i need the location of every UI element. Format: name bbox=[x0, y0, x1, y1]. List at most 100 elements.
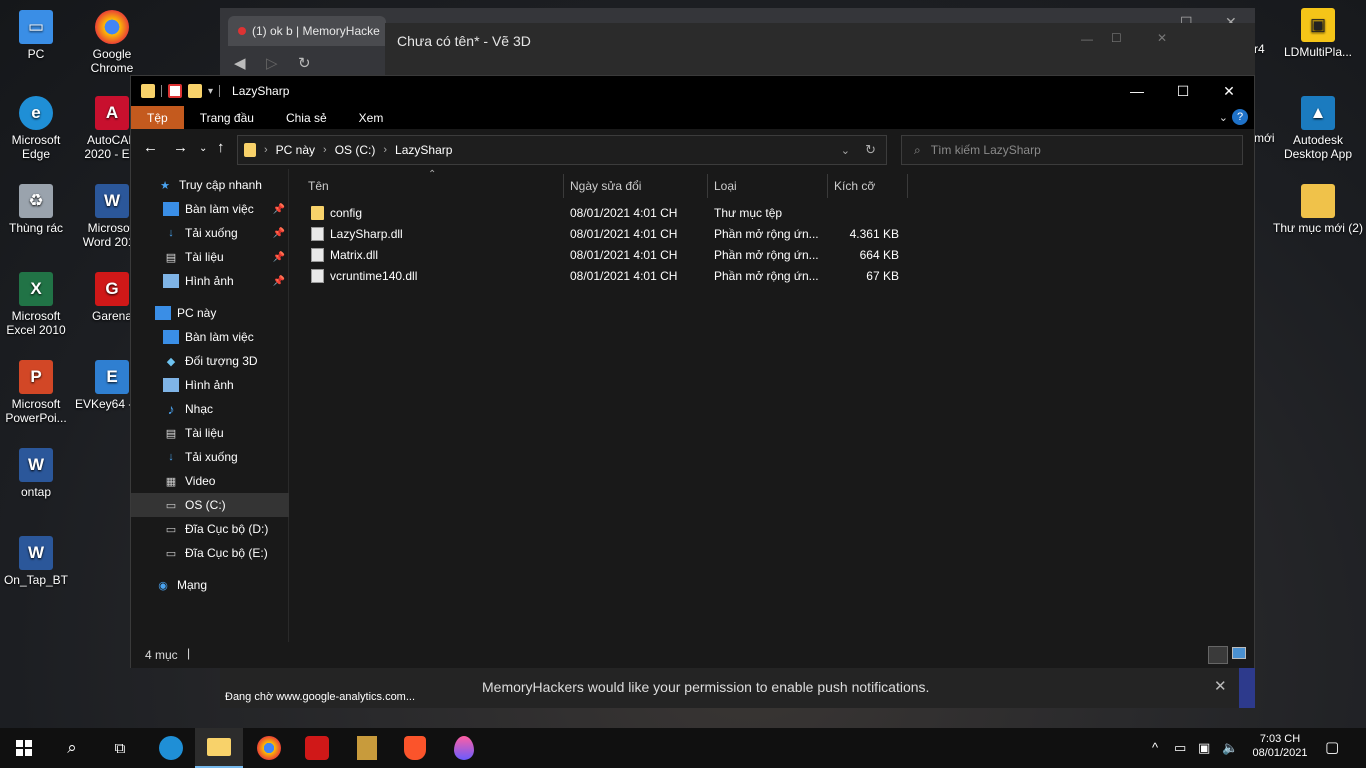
up-arrow-icon[interactable]: ↑ bbox=[217, 139, 225, 156]
file-row[interactable]: Matrix.dll 08/01/2021 4:01 CH Phần mở rộ… bbox=[309, 244, 909, 265]
battery-icon[interactable]: ▭ bbox=[1174, 740, 1186, 756]
file-row[interactable]: config 08/01/2021 4:01 CH Thư mục tệp bbox=[309, 202, 909, 223]
new-folder-icon[interactable] bbox=[188, 84, 202, 98]
breadcrumb-lazysharp[interactable]: LazySharp bbox=[395, 143, 452, 157]
droplet-icon bbox=[454, 736, 474, 760]
pin-icon[interactable]: 📌 bbox=[273, 252, 285, 263]
search-input[interactable]: ⌕ Tìm kiếm LazySharp bbox=[901, 135, 1243, 165]
desktop-icon-ldmultiplayer[interactable]: ▣ LDMultiPla... bbox=[1273, 8, 1363, 59]
nav-pc-music[interactable]: ♪ Nhạc bbox=[131, 397, 289, 421]
nav-quick-access[interactable]: ★ Truy cập nhanh bbox=[131, 173, 289, 197]
help-icon[interactable]: ? bbox=[1232, 109, 1248, 125]
quick-access-dropdown-icon[interactable]: ▾ bbox=[208, 86, 213, 97]
nav-pc-drive-e[interactable]: ▭ Đĩa Cục bộ (E:) bbox=[131, 541, 289, 565]
pin-icon[interactable]: 📌 bbox=[273, 204, 285, 215]
back-arrow-icon[interactable]: ← bbox=[143, 139, 158, 156]
address-dropdown-icon[interactable]: ⌄ bbox=[841, 144, 850, 157]
notifications-icon[interactable]: ▢ bbox=[1325, 738, 1339, 756]
nav-pc-3d-objects[interactable]: ◆ Đối tượng 3D bbox=[131, 349, 289, 373]
back-arrow-icon[interactable]: ◀ bbox=[234, 54, 246, 72]
close-button[interactable]: ✕ bbox=[1206, 76, 1252, 106]
task-view-button[interactable]: ⧉ bbox=[96, 728, 144, 768]
recent-locations-icon[interactable]: ⌄ bbox=[199, 143, 207, 154]
taskbar-league[interactable] bbox=[343, 728, 391, 768]
pin-icon[interactable]: 📌 bbox=[273, 228, 285, 239]
pin-icon[interactable]: 📌 bbox=[273, 276, 285, 287]
close-icon[interactable]: ✕ bbox=[1157, 31, 1167, 45]
search-button[interactable]: ⌕ bbox=[48, 728, 96, 768]
nav-this-pc[interactable]: PC này bbox=[131, 301, 289, 325]
tab-file[interactable]: Tệp bbox=[131, 106, 184, 129]
column-header-size[interactable]: Kích cỡ bbox=[828, 174, 908, 198]
show-hidden-icons-icon[interactable]: ^ bbox=[1152, 740, 1158, 755]
close-icon[interactable]: ✕ bbox=[1214, 677, 1227, 695]
expand-ribbon-icon[interactable]: ⌄ bbox=[1219, 111, 1228, 124]
desktop-icon-excel[interactable]: X Microsoft Excel 2010 bbox=[0, 272, 74, 337]
large-icons-view-icon[interactable] bbox=[1232, 647, 1246, 659]
tab-view[interactable]: Xem bbox=[343, 106, 400, 129]
explorer-titlebar[interactable]: ▾ LazySharp — ☐ ✕ bbox=[131, 76, 1254, 106]
star-icon: ★ bbox=[160, 179, 170, 192]
breadcrumb-os-c[interactable]: OS (C:) bbox=[335, 143, 376, 157]
desktop-icon-pc[interactable]: ▭ PC bbox=[0, 10, 74, 61]
breadcrumb-this-pc[interactable]: PC này bbox=[276, 143, 315, 157]
column-header-type[interactable]: Loại bbox=[708, 174, 828, 198]
taskbar-edge[interactable] bbox=[147, 728, 195, 768]
minimize-icon[interactable]: — bbox=[1081, 32, 1093, 46]
nav-pc-downloads[interactable]: ↓ Tải xuống bbox=[131, 445, 289, 469]
nav-pc-desktop[interactable]: Bàn làm việc bbox=[131, 325, 289, 349]
desktop-icon-on-tap-bt[interactable]: W On_Tap_BT bbox=[0, 536, 74, 587]
address-bar[interactable]: › PC này › OS (C:) › LazySharp ⌄ ↻ bbox=[237, 135, 887, 165]
tab-home[interactable]: Trang đầu bbox=[184, 106, 270, 129]
desktop-icon-edge[interactable]: e Microsoft Edge bbox=[0, 96, 74, 161]
download-icon: ↓ bbox=[168, 227, 174, 239]
nav-quick-desktop[interactable]: Bàn làm việc 📌 bbox=[131, 197, 289, 221]
taskbar-brave[interactable] bbox=[391, 728, 439, 768]
clock-date: 08/01/2021 bbox=[1252, 747, 1308, 759]
file-row[interactable]: vcruntime140.dll 08/01/2021 4:01 CH Phần… bbox=[309, 265, 909, 286]
file-explorer-window[interactable]: ▾ LazySharp — ☐ ✕ Tệp Trang đầu Chia sẻ … bbox=[130, 75, 1255, 668]
push-notification-bar: Đang chờ www.google-analytics.com... Mem… bbox=[220, 668, 1255, 708]
desktop-icon-powerpoint[interactable]: P Microsoft PowerPoi... bbox=[0, 360, 74, 425]
nav-network[interactable]: ◉ Mạng bbox=[131, 573, 289, 597]
chevron-right-icon[interactable]: › bbox=[323, 144, 327, 156]
details-view-icon[interactable] bbox=[1208, 646, 1228, 664]
maximize-button[interactable]: ☐ bbox=[1160, 76, 1206, 106]
column-header-name[interactable]: Tên bbox=[302, 174, 564, 198]
forward-arrow-icon[interactable]: → bbox=[173, 139, 188, 156]
taskbar-garena[interactable] bbox=[293, 728, 341, 768]
taskbar-chrome[interactable] bbox=[245, 728, 293, 768]
forward-arrow-icon[interactable]: ▷ bbox=[266, 54, 278, 72]
start-button[interactable] bbox=[0, 728, 48, 768]
desktop-icon-new-folder[interactable]: Thư mục mới (2) bbox=[1273, 184, 1363, 235]
reload-icon[interactable]: ↻ bbox=[298, 54, 311, 72]
nav-quick-documents[interactable]: ▤ Tài liệu 📌 bbox=[131, 245, 289, 269]
tab-share[interactable]: Chia sẻ bbox=[270, 106, 343, 129]
refresh-icon[interactable]: ↻ bbox=[865, 142, 876, 158]
taskbar-file-explorer[interactable] bbox=[195, 728, 243, 768]
browser-tab[interactable]: (1) ok b | MemoryHacke bbox=[228, 16, 386, 46]
nav-quick-pictures[interactable]: Hình ảnh 📌 bbox=[131, 269, 289, 293]
nav-pc-videos[interactable]: ▦ Video bbox=[131, 469, 289, 493]
column-header-date[interactable]: Ngày sửa đổi bbox=[564, 174, 708, 198]
nav-pc-pictures[interactable]: Hình ảnh bbox=[131, 373, 289, 397]
chevron-right-icon[interactable]: › bbox=[264, 144, 268, 156]
nav-pc-os-c[interactable]: ▭ OS (C:) bbox=[131, 493, 289, 517]
properties-icon[interactable] bbox=[168, 84, 182, 98]
desktop-icon-recycle-bin[interactable]: ♻ Thùng rác bbox=[0, 184, 74, 235]
maximize-icon[interactable]: ☐ bbox=[1111, 31, 1122, 45]
nav-quick-downloads[interactable]: ↓ Tải xuống 📌 bbox=[131, 221, 289, 245]
chevron-right-icon[interactable]: › bbox=[383, 144, 387, 156]
nav-pc-documents[interactable]: ▤ Tài liệu bbox=[131, 421, 289, 445]
taskbar-app[interactable] bbox=[440, 728, 488, 768]
paint3d-window[interactable]: Chưa có tên* - Vẽ 3D — ☐ ✕ bbox=[385, 23, 1255, 78]
minimize-button[interactable]: — bbox=[1114, 76, 1160, 106]
network-icon[interactable]: ▣ bbox=[1198, 740, 1210, 756]
desktop-icon-autodesk[interactable]: ▲ Autodesk Desktop App bbox=[1273, 96, 1363, 161]
file-row[interactable]: LazySharp.dll 08/01/2021 4:01 CH Phần mở… bbox=[309, 223, 909, 244]
desktop-icon-ontap[interactable]: W ontap bbox=[0, 448, 74, 499]
desktop-icon-chrome[interactable]: Google Chrome bbox=[74, 10, 150, 75]
clock[interactable]: 7:03 CH 08/01/2021 bbox=[1244, 732, 1316, 760]
volume-icon[interactable]: 🔈 bbox=[1222, 740, 1238, 756]
nav-pc-drive-d[interactable]: ▭ Đĩa Cục bộ (D:) bbox=[131, 517, 289, 541]
